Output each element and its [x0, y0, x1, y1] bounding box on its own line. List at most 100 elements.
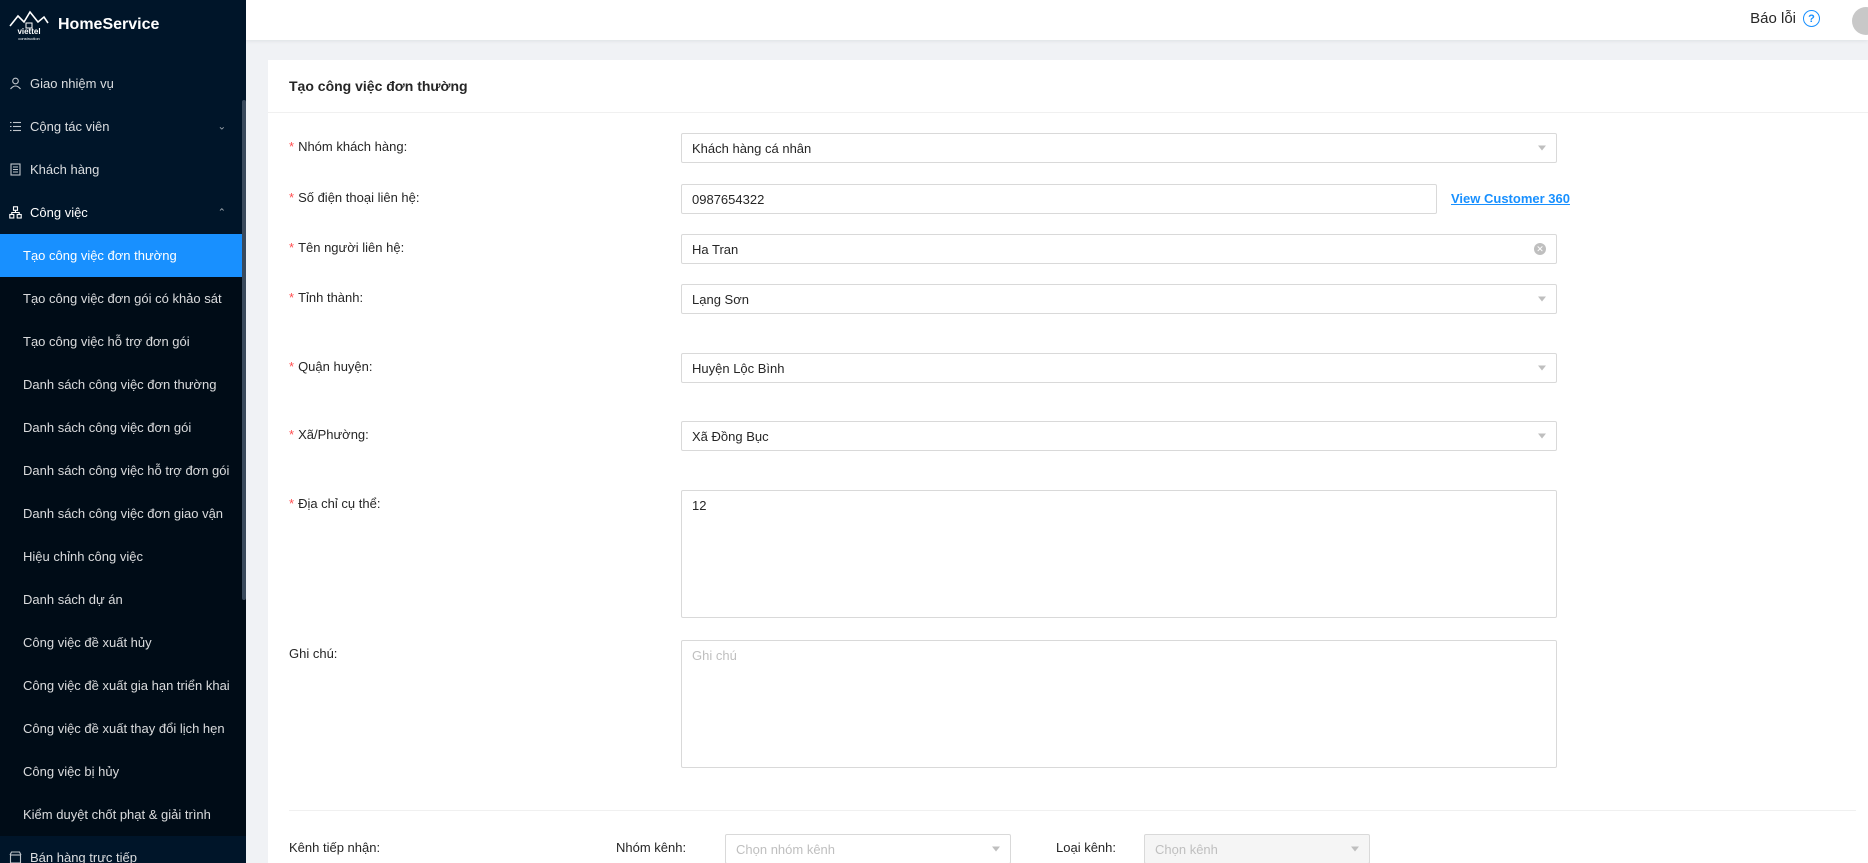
view-customer-360-link[interactable]: View Customer 360: [1451, 191, 1570, 206]
sidebar-subitem[interactable]: Công việc đề xuất hủy: [0, 621, 246, 664]
sidebar-subitem[interactable]: Tạo công việc đơn gói có khảo sát: [0, 277, 246, 320]
ward-label-text: Xã/Phường:: [298, 427, 369, 442]
avatar[interactable]: [1852, 7, 1868, 35]
address-textarea[interactable]: 12: [681, 490, 1557, 618]
contact-name-input[interactable]: Ha Tran ✕: [681, 234, 1557, 264]
sidebar-subitem[interactable]: Danh sách công việc hỗ trợ đơn gói: [0, 449, 246, 492]
phone-input[interactable]: 0987654322: [681, 184, 1437, 214]
note-label-text: Ghi chú:: [289, 646, 338, 661]
list-icon: [8, 120, 22, 134]
shop-icon: [8, 851, 22, 863]
sidebar-item-label: Bán hàng trực tiếp: [30, 850, 137, 863]
viettel-logo-icon: viettel construction: [8, 8, 50, 42]
form-row-customer-group: * Nhóm khách hàng: Khách hàng cá nhân: [289, 133, 1557, 163]
form-row-channel: Kênh tiếp nhận: Nhóm kênh: Chọn nhóm kên…: [289, 834, 1370, 863]
customer-group-label: * Nhóm khách hàng:: [289, 133, 681, 154]
district-label: * Quận huyện:: [289, 353, 681, 374]
channel-group-placeholder: Chọn nhóm kênh: [736, 841, 836, 857]
sidebar-item-cong-tac-vien[interactable]: Cộng tác viên ⌄: [0, 105, 246, 148]
sidebar-item-giao-nhiem-vu[interactable]: Giao nhiệm vụ: [0, 62, 246, 105]
form-card: Tạo công việc đơn thường * Nhóm khách hàn…: [268, 60, 1868, 863]
top-header: Báo lỗi ?: [246, 0, 1868, 40]
province-select[interactable]: Lạng Sơn: [681, 284, 1557, 314]
customer-group-label-text: Nhóm khách hàng:: [298, 139, 408, 154]
note-label: Ghi chú:: [289, 640, 681, 661]
form-row-phone: * Số điện thoại liên hệ: 0987654322 View …: [289, 184, 1570, 214]
caret-down-icon: [1538, 296, 1546, 302]
sitemap-icon: [8, 206, 22, 220]
channel-type-label: Loại kênh:: [1056, 840, 1116, 855]
sidebar-subitem[interactable]: Công việc bị hủy: [0, 750, 246, 793]
sidebar-scrollbar[interactable]: [242, 100, 246, 600]
channel-group-label: Nhóm kênh:: [616, 840, 687, 855]
sidebar-item-ban-hang-truc-tiep[interactable]: Bán hàng trực tiếp: [0, 836, 246, 863]
channel-type-placeholder: Chọn kênh: [1155, 841, 1218, 857]
address-label-text: Địa chỉ cụ thể:: [298, 496, 381, 511]
sidebar-subitem[interactable]: Kiểm duyệt chốt phạt & giải trình: [0, 793, 246, 836]
report-bug-link[interactable]: Báo lỗi ?: [1750, 10, 1820, 27]
sidebar-subitem[interactable]: Danh sách công việc đơn giao vận: [0, 492, 246, 535]
page-title: Tạo công việc đơn thường: [268, 60, 1868, 113]
required-mark: *: [289, 359, 295, 374]
contact-name-label-text: Tên người liên hệ:: [298, 240, 405, 255]
sidebar-subitem[interactable]: Hiệu chỉnh công việc: [0, 535, 246, 578]
district-label-text: Quận huyện:: [298, 359, 373, 374]
form-row-address: * Địa chỉ cụ thể: 12: [289, 490, 1557, 618]
chevron-down-icon: ⌄: [217, 121, 226, 132]
phone-value: 0987654322: [692, 191, 765, 207]
channel-group-select[interactable]: Chọn nhóm kênh: [725, 834, 1011, 863]
form-row-ward: * Xã/Phường: Xã Đồng Bục: [289, 421, 1557, 451]
form-row-contact-name: * Tên người liên hệ: Ha Tran ✕: [289, 234, 1557, 264]
sidebar-subitem[interactable]: Công việc đề xuất gia hạn triển khai: [0, 664, 246, 707]
required-mark: *: [289, 290, 295, 305]
caret-down-icon: [992, 846, 1000, 852]
caret-down-icon: [1538, 433, 1546, 439]
form-row-district: * Quận huyện: Huyện Lộc Bình: [289, 353, 1557, 383]
note-placeholder: Ghi chú: [692, 648, 737, 663]
caret-down-icon: [1538, 365, 1546, 371]
district-value: Huyện Lộc Bình: [692, 360, 785, 376]
chevron-up-icon: ⌃: [217, 207, 226, 218]
sidebar-subitem[interactable]: Danh sách công việc đơn thường: [0, 363, 246, 406]
svg-text:construction: construction: [18, 36, 40, 41]
sidebar: viettel construction HomeService Giao nh…: [0, 0, 246, 863]
ward-select[interactable]: Xã Đồng Bục: [681, 421, 1557, 451]
phone-label: * Số điện thoại liên hệ:: [289, 184, 681, 205]
sidebar-subitem[interactable]: Tạo công việc hỗ trợ đơn gói: [0, 320, 246, 363]
help-icon[interactable]: ?: [1803, 10, 1820, 27]
address-value: 12: [692, 498, 707, 513]
sidebar-item-cong-viec[interactable]: Công việc ⌃: [0, 191, 246, 234]
required-mark: *: [289, 190, 295, 205]
clear-icon[interactable]: ✕: [1534, 243, 1546, 255]
province-label-text: Tỉnh thành:: [298, 290, 364, 305]
sidebar-item-label: Khách hàng: [30, 162, 100, 177]
required-mark: *: [289, 240, 295, 255]
building-icon: [8, 163, 22, 177]
customer-group-value: Khách hàng cá nhân: [692, 140, 812, 156]
sidebar-menu: Giao nhiệm vụ Cộng tác viên ⌄ Khách hàng…: [0, 62, 246, 863]
note-textarea[interactable]: Ghi chú: [681, 640, 1557, 768]
caret-down-icon: [1538, 145, 1546, 151]
sidebar-subitem[interactable]: Công việc đề xuất thay đổi lịch hẹn: [0, 707, 246, 750]
customer-group-select[interactable]: Khách hàng cá nhân: [681, 133, 1557, 163]
report-label: Báo lỗi: [1750, 10, 1796, 27]
form-divider: [289, 810, 1856, 811]
sidebar-subitem[interactable]: Danh sách công việc đơn gói: [0, 406, 246, 449]
ward-label: * Xã/Phường:: [289, 421, 681, 442]
sidebar-item-label: Cộng tác viên: [30, 119, 110, 134]
sidebar-item-khach-hang[interactable]: Khách hàng: [0, 148, 246, 191]
contact-name-label: * Tên người liên hệ:: [289, 234, 681, 255]
contact-name-value: Ha Tran: [692, 241, 739, 257]
channel-label: Kênh tiếp nhận:: [289, 840, 381, 855]
sidebar-subitem[interactable]: Tạo công việc đơn thường: [0, 234, 246, 277]
province-value: Lạng Sơn: [692, 291, 749, 307]
district-select[interactable]: Huyện Lộc Bình: [681, 353, 1557, 383]
user-icon: [8, 77, 22, 91]
required-mark: *: [289, 427, 295, 442]
channel-type-select[interactable]: Chọn kênh: [1144, 834, 1370, 863]
form-row-note: Ghi chú: Ghi chú: [289, 640, 1557, 768]
form-row-province: * Tỉnh thành: Lạng Sơn: [289, 284, 1557, 314]
sidebar-subitem[interactable]: Danh sách dự án: [0, 578, 246, 621]
logo[interactable]: viettel construction HomeService: [0, 0, 246, 50]
caret-down-icon: [1351, 846, 1359, 852]
